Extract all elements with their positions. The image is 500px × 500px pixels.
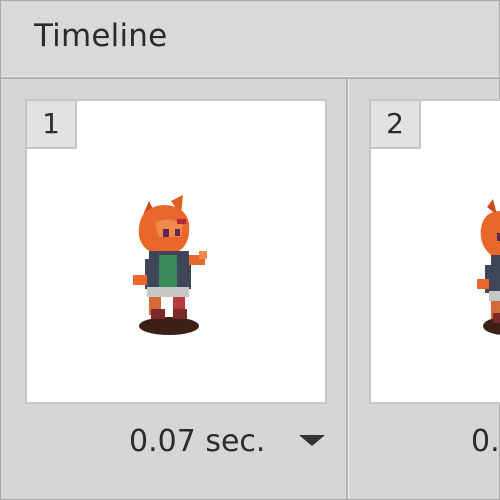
panel-title: Timeline: [34, 18, 168, 54]
timeline-panel: Timeline 1 0.07 sec. 2 0.: [0, 0, 500, 500]
frame-delay-1: 0.07 sec.: [129, 424, 266, 459]
chevron-down-icon[interactable]: [299, 435, 325, 446]
frames-strip: 1 0.07 sec. 2 0.: [1, 79, 500, 499]
frame-thumbnail-2[interactable]: 2: [369, 99, 500, 404]
frame-number-2: 2: [369, 99, 421, 149]
frame-divider: [346, 79, 348, 499]
frame-delay-2: 0.: [471, 424, 500, 459]
panel-header: Timeline: [1, 1, 499, 79]
character-sprite: [133, 195, 207, 335]
frame-number-1: 1: [25, 99, 77, 149]
frame-thumbnail-1[interactable]: 1: [25, 99, 327, 404]
character-sprite: [477, 199, 500, 335]
